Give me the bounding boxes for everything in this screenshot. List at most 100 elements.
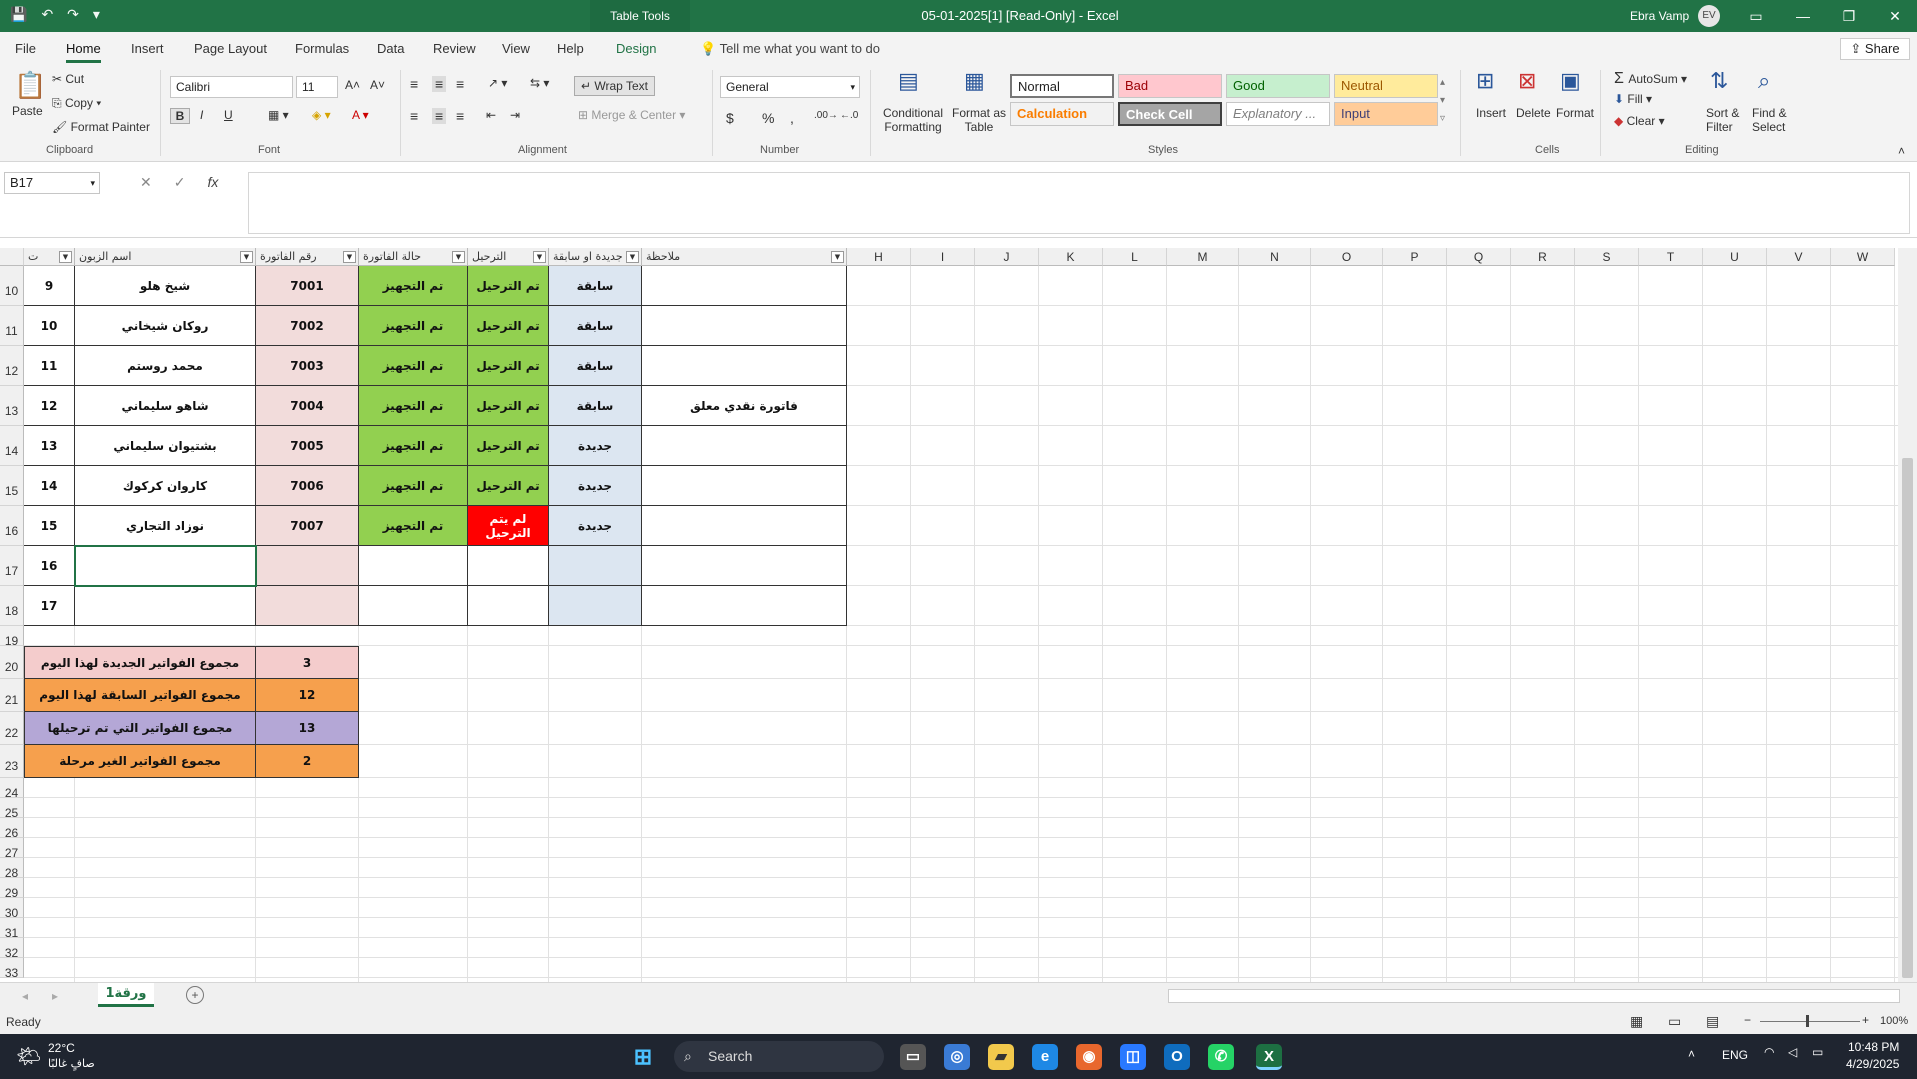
- column-header-R[interactable]: R: [1511, 248, 1575, 266]
- filter-dropdown-icon[interactable]: ▼: [626, 251, 639, 263]
- table-header-new-or-old[interactable]: جديدة او سابقة ▼: [549, 248, 642, 266]
- minimize-icon[interactable]: —: [1780, 0, 1826, 32]
- vertical-scrollbar[interactable]: [1898, 248, 1917, 982]
- cell-invoice[interactable]: 7002: [256, 306, 359, 346]
- cell-seq[interactable]: 16: [24, 546, 75, 586]
- cell-invoice[interactable]: 7003: [256, 346, 359, 386]
- increase-indent-icon[interactable]: ⇥: [510, 108, 520, 122]
- weather-desc[interactable]: صافٍ غالبًا: [48, 1057, 95, 1070]
- cell-invoice[interactable]: 7007: [256, 506, 359, 546]
- store-icon[interactable]: ◫: [1120, 1044, 1146, 1070]
- find-select-button[interactable]: Find & Select: [1752, 106, 1800, 134]
- style-check-cell[interactable]: Check Cell: [1118, 102, 1222, 126]
- column-header-M[interactable]: M: [1167, 248, 1239, 266]
- align-right-icon[interactable]: ≡: [456, 108, 464, 124]
- cell-seq[interactable]: 10: [24, 306, 75, 346]
- cell-customer[interactable]: محمد روستم: [75, 346, 256, 386]
- filter-dropdown-icon[interactable]: ▼: [533, 251, 546, 263]
- normal-view-icon[interactable]: ▦: [1630, 1013, 1643, 1030]
- clock-time[interactable]: 10:48 PM: [1848, 1040, 1899, 1054]
- cell-note[interactable]: فاتورة نقدي معلق: [642, 386, 847, 426]
- filter-dropdown-icon[interactable]: ▼: [343, 251, 356, 263]
- redo-icon[interactable]: ↷: [67, 6, 79, 23]
- cell-invoice[interactable]: [256, 586, 359, 626]
- format-button[interactable]: Format: [1556, 106, 1594, 120]
- cell-shipping[interactable]: لم يتم الترحيل: [468, 506, 549, 546]
- style-good[interactable]: Good: [1226, 74, 1330, 98]
- style-explanatory[interactable]: Explanatory ...: [1226, 102, 1330, 126]
- row-header-15[interactable]: 15: [0, 466, 24, 506]
- format-as-table-icon[interactable]: ▦: [964, 68, 985, 94]
- column-header-S[interactable]: S: [1575, 248, 1639, 266]
- row-header-24[interactable]: 24: [0, 778, 24, 800]
- cell-invoice[interactable]: 7001: [256, 266, 359, 306]
- task-view-icon[interactable]: ▭: [900, 1044, 926, 1070]
- format-cells-icon[interactable]: ▣: [1560, 68, 1581, 94]
- column-header-N[interactable]: N: [1239, 248, 1311, 266]
- edge-icon[interactable]: e: [1032, 1044, 1058, 1070]
- zoom-slider-thumb[interactable]: [1806, 1015, 1809, 1027]
- cell-note[interactable]: [642, 586, 847, 626]
- start-icon[interactable]: ⊞: [630, 1044, 656, 1070]
- font-color-icon[interactable]: A ▾: [352, 108, 369, 122]
- conditional-formatting-icon[interactable]: ▤: [898, 68, 919, 94]
- collapse-ribbon-icon[interactable]: ˄: [1898, 144, 1905, 158]
- table-header-seq[interactable]: ت ▼: [24, 248, 75, 266]
- cell-customer[interactable]: [75, 586, 256, 626]
- align-bottom-icon[interactable]: ≡: [456, 76, 464, 92]
- filter-dropdown-icon[interactable]: ▼: [452, 251, 465, 263]
- clock-date[interactable]: 4/29/2025: [1846, 1057, 1899, 1071]
- tab-data[interactable]: Data: [377, 41, 404, 56]
- cell-note[interactable]: [642, 466, 847, 506]
- tab-help[interactable]: Help: [557, 41, 584, 56]
- increase-decimal-icon[interactable]: .00→: [814, 110, 838, 121]
- tab-review[interactable]: Review: [433, 41, 476, 56]
- currency-button[interactable]: $: [726, 110, 734, 126]
- cell-seq[interactable]: 9: [24, 266, 75, 306]
- cell-shipping[interactable]: تم الترحيل: [468, 306, 549, 346]
- cell-customer[interactable]: نوزاد التجاري: [75, 506, 256, 546]
- cell-invoice[interactable]: 7005: [256, 426, 359, 466]
- cell-invoice[interactable]: 7006: [256, 466, 359, 506]
- row-header-12[interactable]: 12: [0, 346, 24, 386]
- summary-value[interactable]: 2: [256, 745, 359, 778]
- delete-button[interactable]: Delete: [1516, 106, 1551, 120]
- row-header-14[interactable]: 14: [0, 426, 24, 466]
- cell-customer[interactable]: بشتيوان سليماني: [75, 426, 256, 466]
- taskbar-search[interactable]: ⌕ Search: [674, 1041, 884, 1072]
- comma-button[interactable]: ,: [790, 110, 794, 126]
- cell-shipping[interactable]: [468, 586, 549, 626]
- style-normal[interactable]: Normal: [1010, 74, 1114, 98]
- cell-status[interactable]: تم التجهيز: [359, 426, 468, 466]
- column-header-I[interactable]: I: [911, 248, 975, 266]
- cell-status[interactable]: تم التجهيز: [359, 266, 468, 306]
- table-header-note[interactable]: ملاحظة ▼: [642, 248, 847, 266]
- format-as-table-button[interactable]: Format as Table: [950, 106, 1008, 134]
- summary-value[interactable]: 13: [256, 712, 359, 745]
- column-header-L[interactable]: L: [1103, 248, 1167, 266]
- increase-font-icon[interactable]: A˄: [345, 78, 360, 92]
- cell-type[interactable]: سابقة: [549, 266, 642, 306]
- cell-type[interactable]: جديدة: [549, 466, 642, 506]
- cell-type[interactable]: [549, 586, 642, 626]
- next-sheet-icon[interactable]: ▸: [52, 989, 58, 1003]
- whatsapp-icon[interactable]: ✆: [1208, 1044, 1234, 1070]
- row-header-22[interactable]: 22: [0, 712, 24, 745]
- row-header-16[interactable]: 16: [0, 506, 24, 546]
- row-header-32[interactable]: 32: [0, 938, 24, 960]
- prev-sheet-icon[interactable]: ◂: [22, 989, 28, 1003]
- summary-value[interactable]: 12: [256, 679, 359, 712]
- select-all-corner[interactable]: [0, 248, 24, 266]
- align-top-icon[interactable]: ≡: [410, 76, 418, 92]
- table-header-customer[interactable]: اسم الزبون ▼: [75, 248, 256, 266]
- tab-home[interactable]: Home: [66, 41, 101, 63]
- language-indicator[interactable]: ENG: [1722, 1048, 1748, 1062]
- row-header-28[interactable]: 28: [0, 858, 24, 880]
- cell-customer[interactable]: [75, 546, 256, 586]
- cell-status[interactable]: [359, 586, 468, 626]
- sort-filter-button[interactable]: Sort & Filter: [1706, 106, 1750, 134]
- cell-type[interactable]: جديدة: [549, 506, 642, 546]
- tab-page-layout[interactable]: Page Layout: [194, 41, 267, 56]
- table-header-invoice-no[interactable]: رقم الفاتورة ▼: [256, 248, 359, 266]
- scrollbar-thumb[interactable]: [1902, 458, 1913, 978]
